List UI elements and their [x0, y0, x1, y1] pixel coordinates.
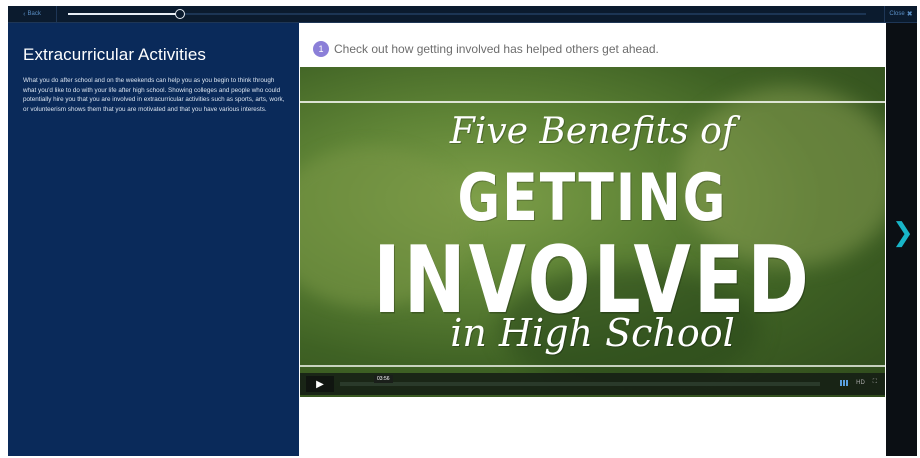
step-header: 1 Check out how getting involved has hel…	[313, 41, 659, 57]
close-button[interactable]: Close ✖	[884, 6, 917, 22]
video-title-line4: in High School	[450, 311, 735, 355]
next-arrow-icon[interactable]: ❯	[892, 219, 914, 245]
video-controls: ▶ 03:56 HD ⛶	[300, 373, 885, 395]
title-rule-bottom	[300, 365, 885, 367]
control-icons: HD ⛶	[840, 379, 877, 386]
video-title-line1: Five Benefits of	[449, 111, 736, 152]
video-scrubber[interactable]: 03:56	[340, 375, 820, 386]
time-display: 03:56	[374, 375, 393, 383]
content-panel: 1 Check out how getting involved has hel…	[299, 23, 886, 456]
video-title-line2: GETTING	[457, 161, 728, 236]
play-button[interactable]: ▶	[306, 376, 334, 392]
top-bar: ‹ Back Close ✖	[8, 6, 917, 23]
video-player[interactable]: Five Benefits of GETTING INVOLVED in Hig…	[300, 67, 885, 397]
play-icon: ▶	[316, 378, 324, 390]
close-label: Close	[889, 11, 905, 17]
intro-text: What you do after school and on the week…	[23, 77, 285, 113]
hd-toggle[interactable]: HD	[856, 380, 865, 386]
page-title: Extracurricular Activities	[23, 45, 207, 64]
fullscreen-icon[interactable]: ⛶	[873, 379, 877, 386]
left-panel: Extracurricular Activities What you do a…	[8, 23, 299, 456]
right-strip: ❯	[886, 23, 917, 456]
progress-track[interactable]	[68, 9, 866, 19]
volume-icon[interactable]	[840, 379, 849, 386]
title-rule-top	[300, 101, 885, 103]
back-button[interactable]: ‹ Back	[8, 6, 57, 22]
chevron-left-icon: ‹	[23, 10, 26, 18]
back-label: Back	[27, 11, 41, 17]
progress-fill	[68, 13, 180, 15]
step-number-badge: 1	[313, 41, 329, 57]
progress-knob[interactable]	[174, 9, 185, 19]
step-instruction: Check out how getting involved has helpe…	[334, 42, 659, 56]
app-frame: ‹ Back Close ✖ Extracurricular Activitie…	[8, 6, 917, 456]
close-icon: ✖	[906, 11, 913, 18]
